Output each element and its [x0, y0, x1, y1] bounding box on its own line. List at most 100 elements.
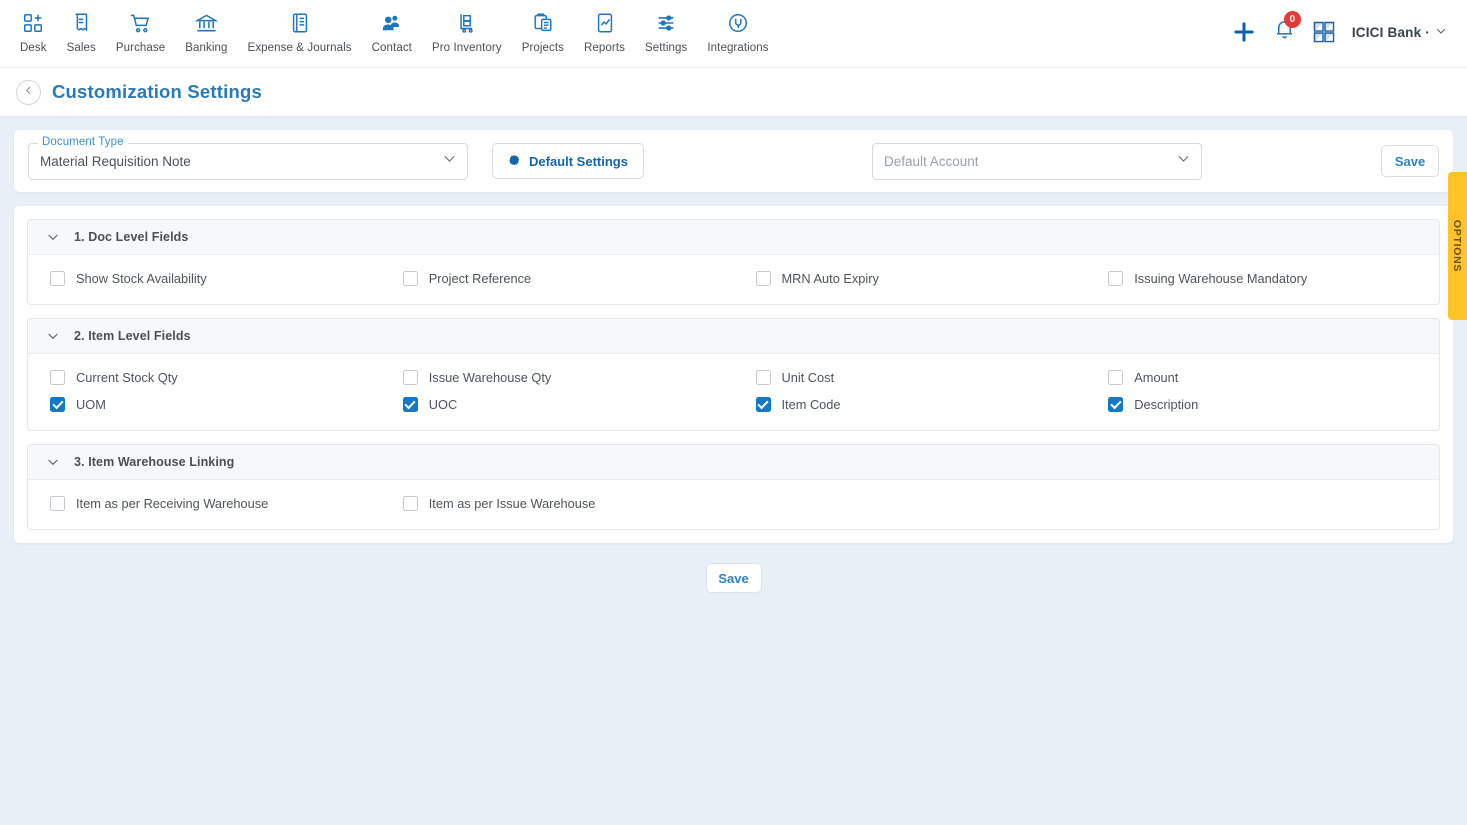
document-type-select[interactable]: Document Type Material Requisition Note	[28, 135, 468, 180]
checkbox-mrn-auto-expiry[interactable]: MRN Auto Expiry	[734, 271, 1087, 286]
checkbox-box[interactable]	[1108, 271, 1124, 286]
nav-label-settings: Settings	[645, 42, 688, 54]
nav-item-sales[interactable]: Sales	[57, 8, 106, 54]
nav-item-reports[interactable]: Reports	[574, 8, 635, 54]
default-settings-button[interactable]: Default Settings	[492, 143, 644, 179]
checkbox-label: Project Reference	[428, 271, 532, 286]
nav-item-contact[interactable]: Contact	[362, 8, 422, 54]
gear-icon	[508, 153, 521, 169]
chevron-down-icon	[46, 329, 60, 343]
checkbox-uoc[interactable]: UOC	[381, 397, 734, 412]
nav-right-actions: 0 ICICI Bank ·	[1231, 8, 1453, 56]
checkbox-show-stock-availability[interactable]: Show Stock Availability	[28, 271, 381, 286]
sales-receipt-icon	[70, 10, 92, 36]
save-button-bottom[interactable]: Save	[705, 563, 762, 593]
top-navigation-bar: Desk Sales Purchase Banking Expense & Jo…	[0, 0, 1467, 67]
nav-label-reports: Reports	[584, 42, 625, 54]
nav-item-pro-inventory[interactable]: Pro Inventory	[422, 8, 512, 54]
section-item-warehouse-linking: 3. Item Warehouse Linking Item as per Re…	[27, 444, 1440, 530]
section-title: 2. Item Level Fields	[74, 329, 191, 343]
checkbox-issuing-warehouse-mandatory[interactable]: Issuing Warehouse Mandatory	[1086, 271, 1439, 286]
section-header-item-level-fields[interactable]: 2. Item Level Fields	[28, 319, 1439, 354]
checkbox-issue-warehouse-qty[interactable]: Issue Warehouse Qty	[381, 370, 734, 385]
checkbox-label: Amount	[1134, 370, 1179, 385]
checkbox-label: UOM	[76, 397, 106, 412]
nav-label-pro-inventory: Pro Inventory	[431, 42, 502, 54]
section-doc-level-fields: 1. Doc Level Fields Show Stock Availabil…	[27, 219, 1440, 305]
chevron-down-icon	[46, 455, 60, 469]
integrations-plug-icon	[727, 10, 749, 36]
checkbox-item-as-per-issue-warehouse[interactable]: Item as per Issue Warehouse	[381, 496, 734, 511]
checkbox-item-as-per-receiving-warehouse[interactable]: Item as per Receiving Warehouse	[28, 496, 381, 511]
default-account-select[interactable]: Default Account	[871, 142, 1202, 180]
nav-item-settings[interactable]: Settings	[635, 8, 697, 54]
nav-label-purchase: Purchase	[115, 42, 166, 54]
nav-item-integrations[interactable]: Integrations	[697, 8, 778, 54]
organization-menu[interactable]: ICICI Bank ·	[1352, 25, 1447, 40]
notification-count-badge: 0	[1283, 11, 1301, 28]
checkbox-box[interactable]	[402, 271, 418, 286]
section-header-item-warehouse-linking[interactable]: 3. Item Warehouse Linking	[28, 445, 1439, 480]
checkbox-row: Item as per Receiving Warehouse Item as …	[28, 496, 1439, 511]
nav-item-projects[interactable]: Projects	[512, 8, 574, 54]
nav-item-purchase[interactable]: Purchase	[106, 8, 175, 54]
settings-sliders-icon	[655, 10, 677, 36]
projects-clipboard-icon	[532, 10, 554, 36]
nav-item-banking[interactable]: Banking	[175, 8, 237, 54]
banking-bank-icon	[194, 10, 218, 36]
checkbox-row: Current Stock Qty Issue Warehouse Qty Un…	[28, 370, 1439, 385]
chevron-down-icon	[46, 230, 60, 244]
checkbox-label: UOC	[428, 397, 458, 412]
notifications-button[interactable]: 0	[1273, 11, 1301, 46]
checkbox-label: Description	[1134, 397, 1199, 412]
bottom-save-wrapper: Save	[14, 563, 1453, 593]
checkbox-label: Issue Warehouse Qty	[428, 370, 552, 385]
grid-apps-icon[interactable]	[1312, 20, 1336, 44]
back-button[interactable]	[16, 79, 41, 105]
checkbox-box[interactable]	[50, 271, 65, 286]
checkbox-box[interactable]	[402, 496, 418, 511]
checkbox-project-reference[interactable]: Project Reference	[381, 271, 734, 286]
default-settings-label: Default Settings	[529, 153, 628, 169]
contact-people-icon	[380, 10, 403, 36]
checkbox-box[interactable]	[402, 397, 418, 412]
checkbox-label: Item as per Receiving Warehouse	[76, 496, 269, 511]
checkbox-box[interactable]	[755, 397, 771, 412]
checkbox-box[interactable]	[50, 370, 65, 385]
checkbox-box[interactable]	[50, 496, 65, 511]
checkbox-item-code[interactable]: Item Code	[734, 397, 1087, 412]
checkbox-box[interactable]	[1108, 397, 1124, 412]
nav-items: Desk Sales Purchase Banking Expense & Jo…	[10, 8, 779, 54]
save-button-top[interactable]: Save	[1381, 145, 1439, 177]
checkbox-uom[interactable]: UOM	[28, 397, 381, 412]
document-type-value: Material Requisition Note	[40, 153, 191, 169]
nav-label-contact: Contact	[371, 42, 412, 54]
checkbox-box[interactable]	[50, 397, 65, 412]
checkbox-label: Current Stock Qty	[76, 370, 178, 385]
nav-item-expense-journals[interactable]: Expense & Journals	[238, 8, 362, 54]
checkbox-box[interactable]	[755, 271, 771, 286]
checkbox-box[interactable]	[402, 370, 418, 385]
nav-label-integrations: Integrations	[707, 42, 769, 54]
plus-icon[interactable]	[1231, 19, 1257, 45]
reports-chart-icon	[594, 10, 616, 36]
section-item-level-fields: 2. Item Level Fields Current Stock Qty I…	[27, 318, 1440, 431]
checkbox-box[interactable]	[1108, 370, 1124, 385]
checkbox-description[interactable]: Description	[1086, 397, 1439, 412]
checkbox-label: Item Code	[781, 397, 841, 412]
nav-label-sales: Sales	[66, 42, 96, 54]
chevron-down-icon	[1176, 151, 1191, 171]
checkbox-current-stock-qty[interactable]: Current Stock Qty	[28, 370, 381, 385]
checkbox-box[interactable]	[755, 370, 771, 385]
nav-item-desk[interactable]: Desk	[10, 8, 57, 54]
checkbox-unit-cost[interactable]: Unit Cost	[734, 370, 1087, 385]
section-body-item-warehouse-linking: Item as per Receiving Warehouse Item as …	[28, 480, 1439, 529]
checkbox-label: Item as per Issue Warehouse	[428, 496, 596, 511]
pro-inventory-trolley-icon	[456, 10, 478, 36]
checkbox-amount[interactable]: Amount	[1086, 370, 1439, 385]
organization-name: ICICI Bank ·	[1351, 24, 1430, 40]
checkbox-row: UOM UOC Item Code Description	[28, 397, 1439, 412]
options-tab-label: OPTIONS	[1451, 219, 1464, 273]
section-header-doc-level-fields[interactable]: 1. Doc Level Fields	[28, 220, 1439, 255]
options-side-tab[interactable]: OPTIONS	[1448, 172, 1467, 320]
